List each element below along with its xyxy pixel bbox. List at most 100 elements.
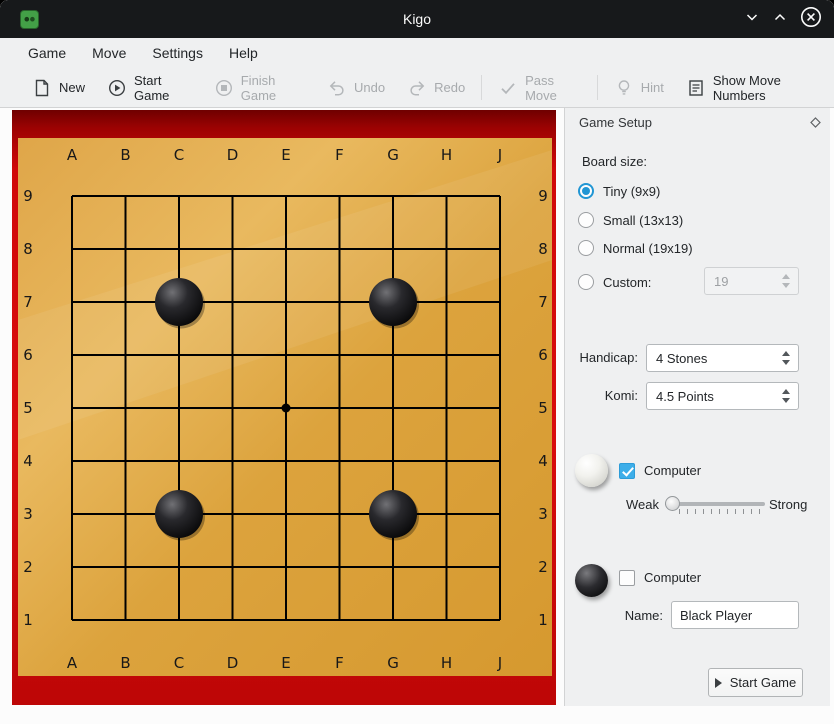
menu-settings[interactable]: Settings <box>139 40 216 66</box>
pass-move-label: Pass Move <box>525 73 581 103</box>
radio-icon <box>578 212 594 228</box>
svg-text:6: 6 <box>23 346 33 364</box>
svg-text:A: A <box>67 654 78 672</box>
svg-text:E: E <box>281 146 290 164</box>
minimize-button[interactable] <box>744 9 760 30</box>
chevron-up-icon <box>772 9 788 30</box>
chevron-down-icon <box>744 9 760 30</box>
undo-label: Undo <box>354 80 385 95</box>
svg-text:C: C <box>174 654 184 672</box>
new-button[interactable]: New <box>21 73 96 103</box>
svg-text:D: D <box>227 146 239 164</box>
close-button[interactable] <box>800 6 822 33</box>
svg-text:3: 3 <box>23 505 33 523</box>
name-label: Name: <box>590 608 663 623</box>
slider-handle[interactable] <box>665 496 680 511</box>
svg-text:6: 6 <box>538 346 548 364</box>
menu-help[interactable]: Help <box>216 40 271 66</box>
svg-text:J: J <box>497 654 502 672</box>
radio-custom-label: Custom: <box>603 275 651 290</box>
radio-normal-label: Normal (19x19) <box>603 241 693 256</box>
spinner-arrows-icon[interactable] <box>782 351 798 365</box>
handicap-spinbox[interactable]: 4 Stones <box>646 344 799 372</box>
handicap-label: Handicap: <box>565 350 638 365</box>
radio-normal[interactable]: Normal (19x19) <box>578 239 693 257</box>
radio-custom[interactable]: Custom: <box>578 273 651 291</box>
panel-title: Game Setup <box>579 115 652 130</box>
svg-text:7: 7 <box>23 293 33 311</box>
handicap-value: 4 Stones <box>647 351 782 366</box>
white-stone-image <box>575 454 608 487</box>
undo-button[interactable]: Undo <box>316 73 396 103</box>
svg-text:7: 7 <box>538 293 548 311</box>
play-circle-icon <box>107 78 127 98</box>
svg-text:B: B <box>120 654 130 672</box>
svg-text:1: 1 <box>538 611 548 629</box>
slider-ticks <box>679 509 765 514</box>
pass-move-button[interactable]: Pass Move <box>487 73 592 103</box>
titlebar: Kigo <box>0 0 834 38</box>
radio-small[interactable]: Small (13x13) <box>578 211 683 229</box>
komi-label: Komi: <box>565 388 638 403</box>
close-circle-icon <box>800 6 822 33</box>
float-panel-icon[interactable] <box>810 116 821 131</box>
svg-text:F: F <box>335 654 344 672</box>
radio-tiny[interactable]: Tiny (9x9) <box>578 182 660 200</box>
menu-game[interactable]: Game <box>15 40 79 66</box>
komi-value: 4.5 Points <box>647 389 782 404</box>
svg-text:H: H <box>441 654 452 672</box>
toolbar-separator <box>597 75 598 100</box>
white-computer-checkbox-row[interactable]: Computer <box>619 462 701 479</box>
kigo-window: Kigo Game Move Settings Help New Start G… <box>0 0 834 724</box>
maximize-button[interactable] <box>772 9 788 30</box>
checkbox-checked-icon[interactable] <box>619 463 635 479</box>
redo-button[interactable]: Redo <box>396 73 476 103</box>
start-game-button-label: Start Game <box>730 675 796 690</box>
go-board[interactable]: AABBCCDDEEFFGGHHJJ998877665544332211 <box>12 110 556 705</box>
start-game-label: Start Game <box>134 73 192 103</box>
main-content: AABBCCDDEEFFGGHHJJ998877665544332211 Gam… <box>0 108 834 724</box>
strength-slider[interactable] <box>665 496 765 514</box>
svg-text:2: 2 <box>538 558 548 576</box>
radio-icon <box>578 240 594 256</box>
weak-label: Weak <box>626 497 659 512</box>
toolbar: New Start Game Finish Game Undo Redo Pas… <box>0 68 834 108</box>
radio-selected-icon <box>578 183 594 199</box>
numbered-page-icon <box>686 78 706 98</box>
window-title: Kigo <box>0 11 834 27</box>
black-player-name-input[interactable] <box>671 601 799 629</box>
black-computer-checkbox-row[interactable]: Computer <box>619 569 701 586</box>
finish-game-button[interactable]: Finish Game <box>203 73 316 103</box>
komi-spinbox[interactable]: 4.5 Points <box>646 382 799 410</box>
svg-text:4: 4 <box>538 452 548 470</box>
game-setup-panel: Game Setup Board size: Tiny (9x9) Small … <box>564 108 830 706</box>
svg-text:B: B <box>120 146 130 164</box>
svg-text:J: J <box>497 146 502 164</box>
strong-label: Strong <box>769 497 807 512</box>
svg-text:E: E <box>281 654 290 672</box>
custom-size-value: 19 <box>705 274 782 289</box>
start-game-panel-button[interactable]: Start Game <box>708 668 803 697</box>
svg-text:1: 1 <box>23 611 33 629</box>
spinner-arrows-icon[interactable] <box>782 389 798 403</box>
board-area: AABBCCDDEEFFGGHHJJ998877665544332211 <box>0 108 556 724</box>
hint-button[interactable]: Hint <box>603 73 675 103</box>
start-game-button[interactable]: Start Game <box>96 73 203 103</box>
checkbox-unchecked-icon[interactable] <box>619 570 635 586</box>
play-triangle-icon <box>715 678 722 688</box>
svg-text:C: C <box>174 146 184 164</box>
new-label: New <box>59 80 85 95</box>
svg-text:8: 8 <box>538 240 548 258</box>
svg-text:3: 3 <box>538 505 548 523</box>
svg-text:G: G <box>387 654 399 672</box>
spinner-arrows-icon[interactable] <box>782 274 798 288</box>
svg-text:5: 5 <box>538 399 548 417</box>
custom-size-spinbox[interactable]: 19 <box>704 267 799 295</box>
svg-text:8: 8 <box>23 240 33 258</box>
menu-move[interactable]: Move <box>79 40 139 66</box>
redo-label: Redo <box>434 80 465 95</box>
redo-arrow-icon <box>407 78 427 98</box>
show-move-numbers-button[interactable]: Show Move Numbers <box>675 73 834 103</box>
toolbar-separator <box>481 75 482 100</box>
svg-text:5: 5 <box>23 399 33 417</box>
